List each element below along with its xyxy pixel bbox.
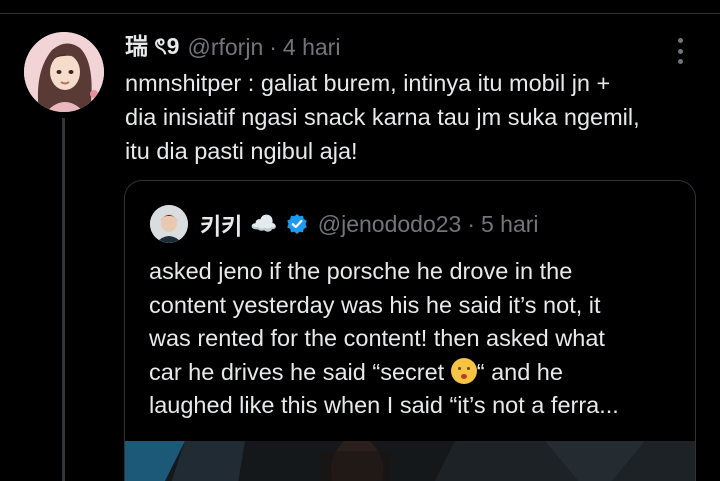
thread-line [62, 118, 65, 481]
verified-badge-icon [286, 214, 307, 234]
cloud-icon: ☁️ [250, 211, 278, 236]
quoted-line: laughed like this when I said “it’s not … [149, 392, 619, 418]
quoted-line: content yesterday was his he said it’s n… [149, 291, 601, 318]
author-avatar[interactable] [24, 32, 104, 112]
separator-dot: · [269, 33, 277, 60]
quoted-text: asked jeno if the porsche he drove in th… [149, 255, 689, 423]
quoted-tweet[interactable]: 키키 ☁️ @jenododo23 · 5 hari asked jeno if… [124, 180, 696, 481]
shushing-face-icon [450, 357, 477, 384]
quoted-line-part: “ and he [476, 358, 563, 385]
quoted-line: was rented for the content! then asked w… [149, 325, 605, 351]
quoted-line: asked jeno if the porsche he drove in th… [149, 258, 573, 284]
quoted-line: car he drives he said “secret “ and he [149, 356, 689, 390]
quoted-display-name[interactable]: 키키 [200, 207, 242, 241]
separator-dot: · [467, 210, 475, 237]
tweet-line: nmnshitper : galiat burem, intinya itu m… [125, 70, 611, 96]
top-divider [0, 13, 720, 14]
timestamp[interactable]: 4 hari [283, 34, 341, 61]
quoted-author-avatar[interactable] [150, 205, 188, 243]
quoted-handle[interactable]: @jenododo23 [318, 211, 462, 238]
quoted-timestamp[interactable]: 5 hari [481, 211, 539, 238]
more-options-icon[interactable] [672, 36, 688, 66]
handle[interactable]: @rforjn [187, 34, 263, 61]
tweet-header: 瑞 ৎ9 @rforjn · 4 hari [125, 32, 340, 62]
quoted-header: 키키 ☁️ @jenododo23 · 5 hari [200, 208, 539, 240]
quoted-line-part: car he drives he said “secret [149, 358, 451, 385]
quoted-media-image[interactable] [125, 441, 695, 481]
tweet-text: nmnshitper : galiat burem, intinya itu m… [125, 66, 705, 168]
tweet-line: dia inisiatif ngasi snack karna tau jm s… [125, 104, 640, 130]
display-name[interactable]: 瑞 ৎ9 [125, 27, 179, 67]
tweet-line: itu dia pasti ngibul aja! [125, 138, 358, 164]
